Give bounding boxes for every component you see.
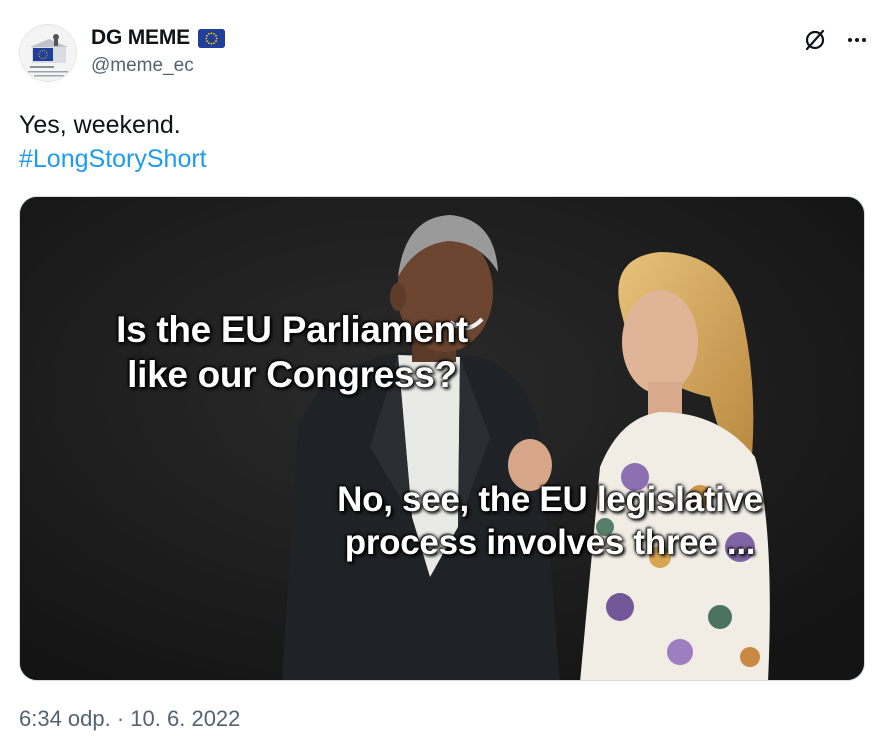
tweet-header: DG MEME @meme_ec	[19, 22, 869, 82]
meme-top-caption-line: like our Congress?	[127, 354, 457, 396]
meme-photo	[20, 197, 864, 680]
dg-meme-logo-icon	[20, 25, 76, 81]
author-names: DG MEME @meme_ec	[91, 24, 225, 77]
meme-bottom-caption-line: process involves three ...	[344, 522, 756, 562]
meme-bottom-caption: No, see, the EU legislative process invo…	[330, 479, 770, 564]
meme-bottom-caption-line: No, see, the EU legislative	[337, 480, 763, 519]
tweet-text: Yes, weekend. #LongStoryShort	[19, 108, 207, 176]
author-handle[interactable]: @meme_ec	[91, 55, 225, 77]
eu-flag-icon	[197, 28, 225, 48]
slashed-circle-icon[interactable]	[803, 28, 827, 52]
author-display-name[interactable]: DG MEME	[91, 26, 190, 50]
meme-top-caption-line: Is the EU Parliament	[116, 309, 468, 350]
meme-top-caption: Is the EU Parliament like our Congress?	[82, 307, 502, 397]
header-actions	[803, 28, 869, 52]
avatar[interactable]	[19, 24, 77, 82]
hashtag-link[interactable]: #LongStoryShort	[19, 142, 207, 176]
tweet-media-image[interactable]: Is the EU Parliament like our Congress? …	[19, 196, 865, 681]
more-dots-icon[interactable]	[845, 28, 869, 52]
tweet-timestamp[interactable]: 6:34 odp. · 10. 6. 2022	[19, 706, 240, 732]
tweet-body: Yes, weekend.	[19, 111, 181, 139]
display-name-row: DG MEME	[91, 24, 225, 52]
